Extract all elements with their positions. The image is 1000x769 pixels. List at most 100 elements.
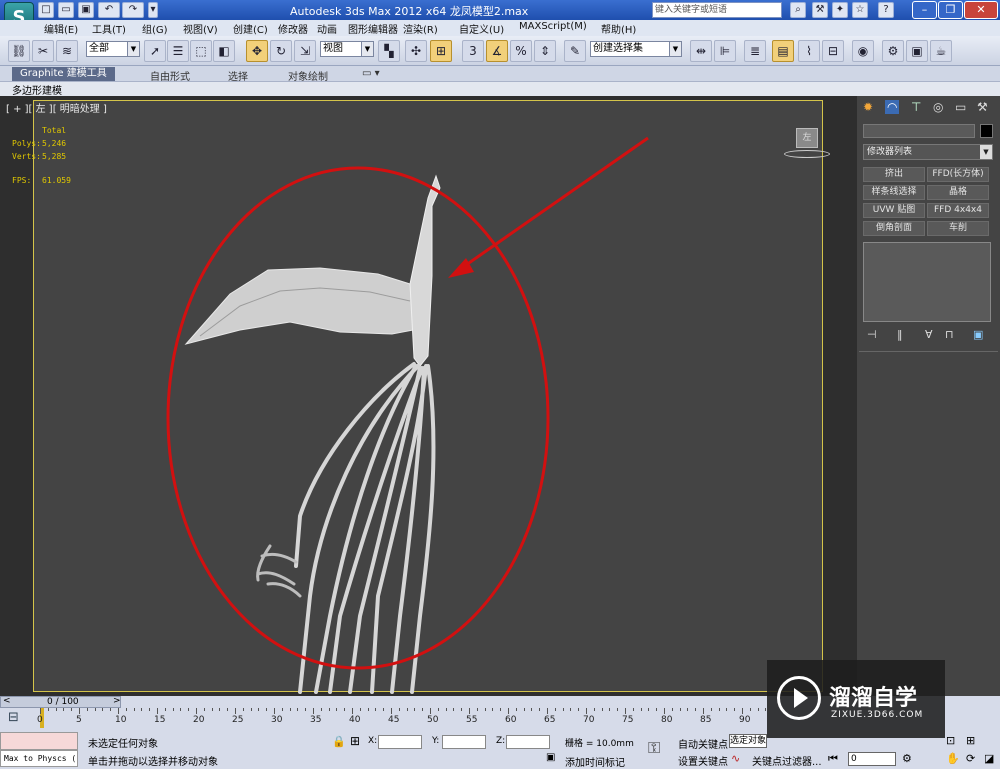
x-coordinate-field[interactable]: [378, 735, 422, 749]
create-tab-icon[interactable]: ✹: [863, 100, 873, 114]
modifier-ffd-4x4x4-button[interactable]: FFD 4x4x4: [927, 203, 989, 218]
tab-object-paint[interactable]: 对象绘制: [288, 68, 328, 83]
undo-icon[interactable]: ↶: [98, 2, 120, 18]
graphite-toggle-icon[interactable]: ▤: [772, 40, 794, 62]
modifier-list-select[interactable]: 修改器列表 ▼: [863, 144, 993, 160]
menu-modifiers[interactable]: 修改器: [278, 21, 308, 36]
select-and-scale-icon[interactable]: ⇲: [294, 40, 316, 62]
select-by-name-icon[interactable]: ☰: [167, 40, 189, 62]
menu-edit[interactable]: 编辑(E): [44, 21, 78, 36]
lock-icon[interactable]: 🔒: [332, 735, 346, 748]
unlink-icon[interactable]: ✂: [32, 40, 54, 62]
restore-button[interactable]: ❐: [938, 1, 963, 19]
key-filters-button[interactable]: 关键点过滤器...: [752, 753, 822, 768]
go-to-start-icon[interactable]: ⏮: [828, 752, 838, 766]
reference-coordinate-select[interactable]: 视图 ▼: [320, 41, 374, 57]
z-coordinate-field[interactable]: [506, 735, 550, 749]
menu-help[interactable]: 帮助(H): [601, 21, 636, 36]
modifier-bevel-profile-button[interactable]: 倒角剖面: [863, 221, 925, 236]
layer-manager-icon[interactable]: ≣: [744, 40, 766, 62]
new-file-icon[interactable]: □: [38, 2, 54, 18]
modifier-lattice-button[interactable]: 晶格: [927, 185, 989, 200]
display-tab-icon[interactable]: ▭: [955, 100, 966, 114]
align-icon[interactable]: ⊫: [714, 40, 736, 62]
pivot-center-icon[interactable]: ▚: [378, 40, 400, 62]
orbit-icon[interactable]: ⟳: [966, 752, 975, 765]
menu-rendering[interactable]: 渲染(R): [403, 21, 438, 36]
select-and-rotate-icon[interactable]: ↻: [270, 40, 292, 62]
rectangular-selection-icon[interactable]: ⬚: [190, 40, 212, 62]
zoom-all-icon[interactable]: ⊞: [966, 734, 975, 747]
modifier-ffd-box-button[interactable]: FFD(长方体): [927, 167, 989, 182]
time-slider-prev-icon[interactable]: <: [3, 696, 11, 706]
key-mode-select[interactable]: 选定对象: [729, 734, 767, 748]
hierarchy-tab-icon[interactable]: ⊤: [911, 100, 921, 114]
tab-freeform[interactable]: 自由形式: [150, 68, 190, 83]
redo-icon[interactable]: ↷: [122, 2, 144, 18]
close-button[interactable]: ✕: [964, 1, 998, 19]
menu-graph-editors[interactable]: 图形编辑器: [348, 21, 398, 36]
tab-selection[interactable]: 选择: [228, 68, 248, 83]
time-config-icon[interactable]: ⚙: [902, 752, 912, 765]
menu-create[interactable]: 创建(C): [233, 21, 268, 36]
minilistener-white[interactable]: Max to Physcs (: [0, 750, 78, 767]
percent-snap-icon[interactable]: %: [510, 40, 532, 62]
search-icon[interactable]: ⌕: [790, 2, 806, 18]
select-object-icon[interactable]: ➚: [144, 40, 166, 62]
key-filter-icon[interactable]: ∿: [731, 752, 740, 765]
edit-named-selection-icon[interactable]: ✎: [564, 40, 586, 62]
utilities-tab-icon[interactable]: ⚒: [977, 100, 988, 114]
mirror-icon[interactable]: ⇹: [690, 40, 712, 62]
subscription-icon[interactable]: ⚒: [812, 2, 828, 18]
window-crossing-icon[interactable]: ◧: [213, 40, 235, 62]
minimize-button[interactable]: –: [912, 1, 937, 19]
rendered-frame-window-icon[interactable]: ▣: [906, 40, 928, 62]
current-frame-field[interactable]: 0: [848, 752, 896, 766]
modifier-uvw-map-button[interactable]: UVW 贴图: [863, 203, 925, 218]
key-icon[interactable]: ⚿: [648, 738, 660, 758]
show-end-result-icon[interactable]: ‖: [897, 328, 903, 341]
zoom-extents-icon[interactable]: ⊡: [946, 734, 955, 747]
menu-group[interactable]: 组(G): [142, 21, 168, 36]
menu-view[interactable]: 视图(V): [183, 21, 218, 36]
selection-filter-select[interactable]: 全部 ▼: [86, 41, 140, 57]
render-setup-icon[interactable]: ⚙: [882, 40, 904, 62]
absolute-mode-icon[interactable]: ⊞: [350, 734, 360, 748]
favorites-icon[interactable]: ☆: [852, 2, 868, 18]
maximize-viewport-icon[interactable]: ◪: [984, 752, 994, 765]
object-name-field[interactable]: [863, 124, 975, 138]
modifier-stack-list[interactable]: [863, 242, 991, 322]
modifier-extrude-button[interactable]: 挤出: [863, 167, 925, 182]
motion-tab-icon[interactable]: ◎: [933, 100, 943, 114]
communication-icon[interactable]: ✦: [832, 2, 848, 18]
angle-snap-icon[interactable]: ∡: [486, 40, 508, 62]
remove-modifier-icon[interactable]: ⊓: [945, 328, 954, 341]
quick-access-dropdown-icon[interactable]: ▾: [148, 2, 158, 18]
track-bar-filter-icon[interactable]: ⊟: [8, 710, 19, 725]
object-color-swatch[interactable]: [980, 124, 993, 138]
y-coordinate-field[interactable]: [442, 735, 486, 749]
menu-tools[interactable]: 工具(T): [92, 21, 126, 36]
keyboard-shortcut-override-icon[interactable]: ⊞: [430, 40, 452, 62]
modify-tab-icon[interactable]: ◠: [885, 100, 900, 114]
select-and-manipulate-icon[interactable]: ✣: [405, 40, 427, 62]
named-selection-set-select[interactable]: 创建选择集 ▼: [590, 41, 682, 57]
set-key-button[interactable]: 设置关键点: [678, 753, 728, 768]
auto-key-button[interactable]: 自动关键点: [678, 736, 728, 751]
phoenix-model[interactable]: [184, 174, 441, 694]
minilistener-pink[interactable]: [0, 732, 78, 750]
modifier-spline-select-button[interactable]: 样条线选择: [863, 185, 925, 200]
track-bar[interactable]: 0 5 10 15 20 25 30 35 40 45 50 55 60 65 70 75 80 85 90: [37, 708, 780, 730]
tab-graphite-modeling[interactable]: Graphite 建模工具: [12, 67, 115, 81]
pan-view-icon[interactable]: ✋: [946, 752, 960, 765]
select-and-move-icon[interactable]: ✥: [246, 40, 268, 62]
make-unique-icon[interactable]: ∀: [925, 328, 933, 341]
schematic-view-icon[interactable]: ⊟: [822, 40, 844, 62]
snaps-toggle-icon[interactable]: 3: [462, 40, 484, 62]
menu-customize[interactable]: 自定义(U): [459, 21, 504, 36]
configure-modifier-sets-icon[interactable]: ▣: [973, 328, 983, 341]
modifier-lathe-button[interactable]: 车削: [927, 221, 989, 236]
open-file-icon[interactable]: ▭: [58, 2, 74, 18]
menu-maxscript[interactable]: MAXScript(M): [519, 21, 587, 32]
curve-editor-icon[interactable]: ⌇: [798, 40, 820, 62]
